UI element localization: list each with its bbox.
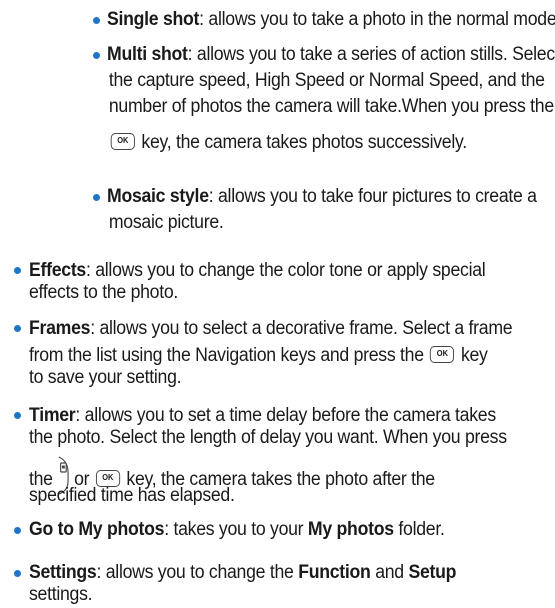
bullet-dot	[14, 570, 21, 577]
ok-key-icon: OK	[430, 346, 455, 363]
term-timer: Timer	[29, 405, 76, 426]
list-item-go-to-my-photos: Go to My photos: takes you to your My ph…	[29, 519, 445, 540]
list-item-effects: Effects: allows you to change the color …	[29, 260, 486, 303]
term-go-to-my-photos: Go to My photos	[29, 519, 165, 540]
bullet-dot	[93, 17, 100, 24]
ok-key-icon: OK	[110, 133, 135, 150]
list-item-multi-shot: Multi shot: allows you to take a series …	[107, 44, 555, 153]
term-settings: Settings	[29, 562, 97, 583]
list-item-settings: Settings: allows you to change the Funct…	[29, 562, 457, 605]
bullet-dot	[14, 325, 21, 332]
term-mosaic-style: Mosaic style	[107, 186, 209, 207]
list-item-mosaic-style: Mosaic style: allows you to take four pi…	[107, 186, 537, 233]
bullet-dot	[14, 412, 21, 419]
bullet-dot	[93, 52, 100, 59]
list-item-frames: Frames: allows you to select a decorativ…	[29, 318, 513, 388]
term-effects: Effects	[29, 260, 86, 281]
ok-key-icon: OK	[95, 470, 120, 487]
bullet-dot	[93, 194, 100, 201]
term-frames: Frames	[29, 318, 91, 339]
list-item-single-shot: Single shot: allows you to take a photo …	[107, 9, 555, 30]
term-single-shot: Single shot	[107, 9, 200, 30]
manual-page: Single shot: allows you to take a photo …	[0, 0, 555, 605]
bullet-dot	[14, 267, 21, 274]
list-item-timer: Timer: allows you to set a time delay be…	[29, 405, 507, 506]
term-multi-shot: Multi shot	[107, 44, 188, 65]
bullet-dot	[14, 527, 21, 534]
